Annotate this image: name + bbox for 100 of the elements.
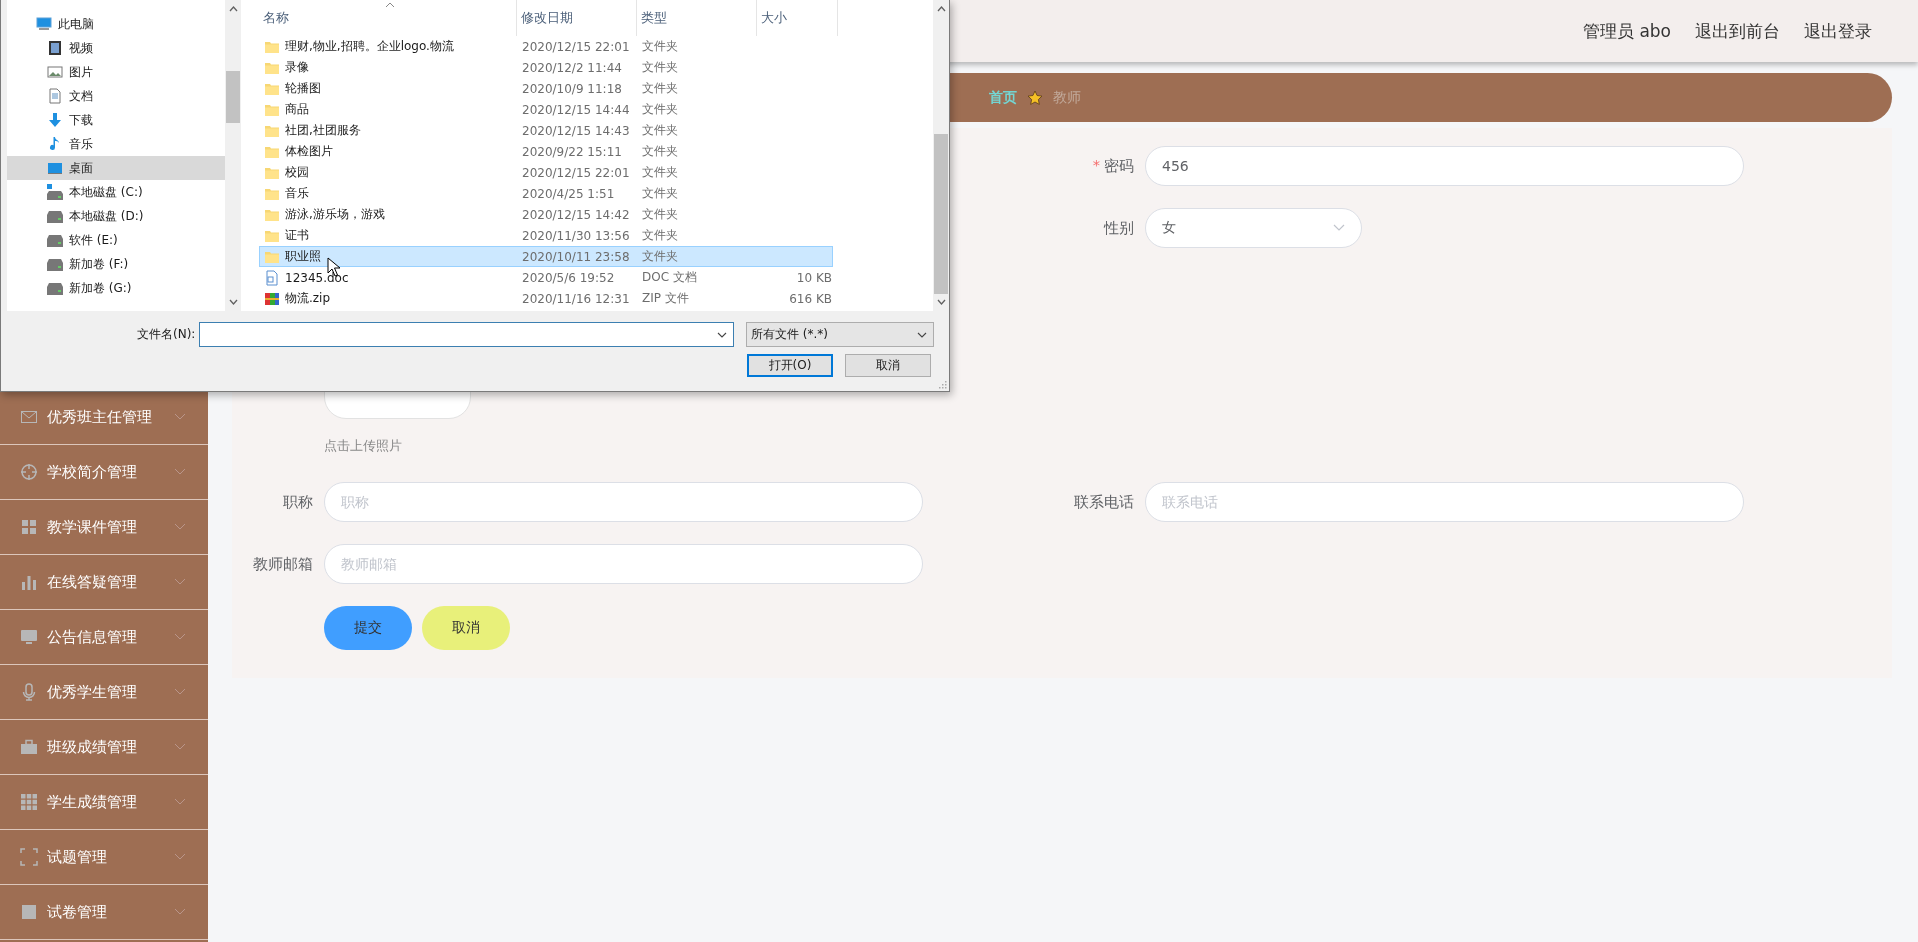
nav-item[interactable]: 本地磁盘 (C:)	[7, 180, 225, 204]
scrollbar[interactable]	[225, 0, 241, 311]
cancel-button[interactable]: 取消	[845, 354, 931, 377]
scroll-thumb[interactable]	[934, 134, 948, 294]
file-row[interactable]: 证书 2020/11/30 13:56 文件夹	[259, 225, 833, 246]
filename-field[interactable]	[199, 322, 734, 347]
file-type: 文件夹	[641, 122, 679, 139]
menu-label: 试卷管理	[47, 902, 108, 922]
file-date: 2020/12/15 14:43	[521, 123, 631, 138]
file-type-dropdown[interactable]: 所有文件 (*.*)	[746, 322, 934, 347]
sidebar-menu-item[interactable]: 班级成绩管理	[0, 720, 208, 775]
sidebar-menu-item[interactable]: 试题管理	[0, 830, 208, 885]
menu-label: 试题管理	[47, 847, 108, 867]
file-type: 文件夹	[641, 101, 679, 118]
download-arrow-icon	[47, 112, 63, 128]
sidebar-menu-item[interactable]: 学生成绩管理	[0, 775, 208, 830]
nav-item[interactable]: 文档	[7, 84, 225, 108]
sidebar-menu-item[interactable]: 教学课件管理	[0, 500, 208, 555]
file-name: 物流.zip	[285, 290, 331, 307]
file-row[interactable]: 校园 2020/12/15 22:01 文件夹	[259, 162, 833, 183]
nav-item[interactable]: 视频	[7, 36, 225, 60]
file-type: 文件夹	[641, 206, 679, 223]
file-type: 文件夹	[641, 59, 679, 76]
chevron-down-icon	[174, 853, 186, 861]
nav-item[interactable]: 图片	[7, 60, 225, 84]
file-row[interactable]: 录像 2020/12/2 11:44 文件夹	[259, 57, 833, 78]
input-field[interactable]: 联系电话	[1145, 482, 1744, 522]
menu-label: 优秀班主任管理	[47, 407, 153, 427]
nav-item[interactable]: 此电脑	[7, 12, 225, 36]
grid-icon	[20, 518, 38, 536]
desktop-icon	[47, 160, 63, 176]
open-button[interactable]: 打开(O)	[747, 354, 833, 377]
field-label: 职称	[283, 492, 313, 512]
nav-label: 文档	[69, 87, 93, 105]
nav-item[interactable]: 软件 (E:)	[7, 228, 225, 252]
file-date: 2020/5/6 19:52	[521, 270, 616, 285]
nav-item[interactable]: 下载	[7, 108, 225, 132]
file-row[interactable]: 游泳,游乐场，游戏 2020/12/15 14:42 文件夹	[259, 204, 833, 225]
select-value: 女	[1162, 219, 1176, 237]
file-row[interactable]: 理财,物业,招聘。企业logo.物流 2020/12/15 22:01 文件夹	[259, 36, 833, 57]
nav-item[interactable]: 新加卷 (F:)	[7, 252, 225, 276]
file-size: 10 KB	[796, 270, 832, 285]
file-date: 2020/11/30 13:56	[521, 228, 631, 243]
input-field[interactable]: 456	[1145, 146, 1744, 186]
column-header[interactable]: 修改日期	[517, 0, 637, 36]
file-name: 音乐	[285, 185, 309, 202]
video-icon	[47, 40, 63, 56]
file-name: 职业照	[285, 248, 321, 265]
archive-icon	[264, 290, 280, 307]
file-date: 2020/4/25 1:51	[521, 186, 616, 201]
chevron-down-icon	[174, 633, 186, 641]
filename-label: 文件名(N):	[137, 326, 194, 343]
sidebar-menu-item[interactable]: 学校简介管理	[0, 445, 208, 500]
file-row[interactable]: 轮播图 2020/10/9 11:18 文件夹	[259, 78, 833, 99]
input-field[interactable]: 教师邮箱	[324, 544, 923, 584]
header-link[interactable]: 退出到前台	[1695, 19, 1780, 43]
nav-item[interactable]: 桌面	[7, 156, 225, 180]
nav-item[interactable]: 音乐	[7, 132, 225, 156]
drive-icon	[47, 256, 63, 272]
sidebar-menu-item[interactable]: 在线答疑管理	[0, 555, 208, 610]
select-field[interactable]: 女	[1145, 208, 1362, 248]
sidebar-menu-item[interactable]: 试卷管理	[0, 885, 208, 940]
file-row[interactable]: 商品 2020/12/15 14:44 文件夹	[259, 99, 833, 120]
chevron-down-icon	[174, 743, 186, 751]
cancel-button[interactable]: 取消	[422, 606, 510, 650]
file-name: 理财,物业,招聘。企业logo.物流	[285, 38, 454, 55]
nav-label: 新加卷 (G:)	[69, 279, 132, 297]
column-header[interactable]: 大小	[757, 0, 838, 36]
file-type: DOC 文档	[641, 269, 698, 286]
scroll-thumb[interactable]	[226, 71, 240, 123]
drive-icon	[47, 280, 63, 296]
sidebar-menu-item[interactable]: 优秀学生管理	[0, 665, 208, 720]
file-row[interactable]: 12345.doc 2020/5/6 19:52 DOC 文档 10 KB	[259, 267, 833, 288]
file-row[interactable]: 职业照 2020/10/11 23:58 文件夹	[259, 246, 833, 267]
header-link[interactable]: 退出登录	[1804, 19, 1872, 43]
file-type: 文件夹	[641, 185, 679, 202]
file-type: 文件夹	[641, 164, 679, 181]
menu-label: 班级成绩管理	[47, 737, 138, 757]
file-date: 2020/12/15 14:42	[521, 207, 631, 222]
chevron-down-icon	[717, 331, 727, 338]
file-row[interactable]: 物流.zip 2020/11/16 12:31 ZIP 文件 616 KB	[259, 288, 833, 309]
frame-icon	[20, 848, 38, 866]
nav-label: 音乐	[69, 135, 93, 153]
scrollbar[interactable]	[933, 0, 949, 311]
submit-button[interactable]: 提交	[324, 606, 412, 650]
field-label: 联系电话	[1074, 492, 1134, 512]
nav-item[interactable]: 新加卷 (G:)	[7, 276, 225, 300]
nav-label: 本地磁盘 (D:)	[69, 207, 144, 225]
column-header[interactable]: 类型	[637, 0, 757, 36]
file-row[interactable]: 社团,社团服务 2020/12/15 14:43 文件夹	[259, 120, 833, 141]
chevron-down-icon	[174, 908, 186, 916]
file-row[interactable]: 音乐 2020/4/25 1:51 文件夹	[259, 183, 833, 204]
input-field[interactable]: 职称	[324, 482, 923, 522]
upload-hint: 点击上传照片	[324, 438, 402, 455]
drive-icon	[47, 184, 63, 200]
column-header[interactable]: 名称	[259, 0, 517, 36]
file-size: 616 KB	[789, 291, 832, 306]
nav-item[interactable]: 本地磁盘 (D:)	[7, 204, 225, 228]
file-row[interactable]: 体检图片 2020/9/22 15:11 文件夹	[259, 141, 833, 162]
sidebar-menu-item[interactable]: 公告信息管理	[0, 610, 208, 665]
